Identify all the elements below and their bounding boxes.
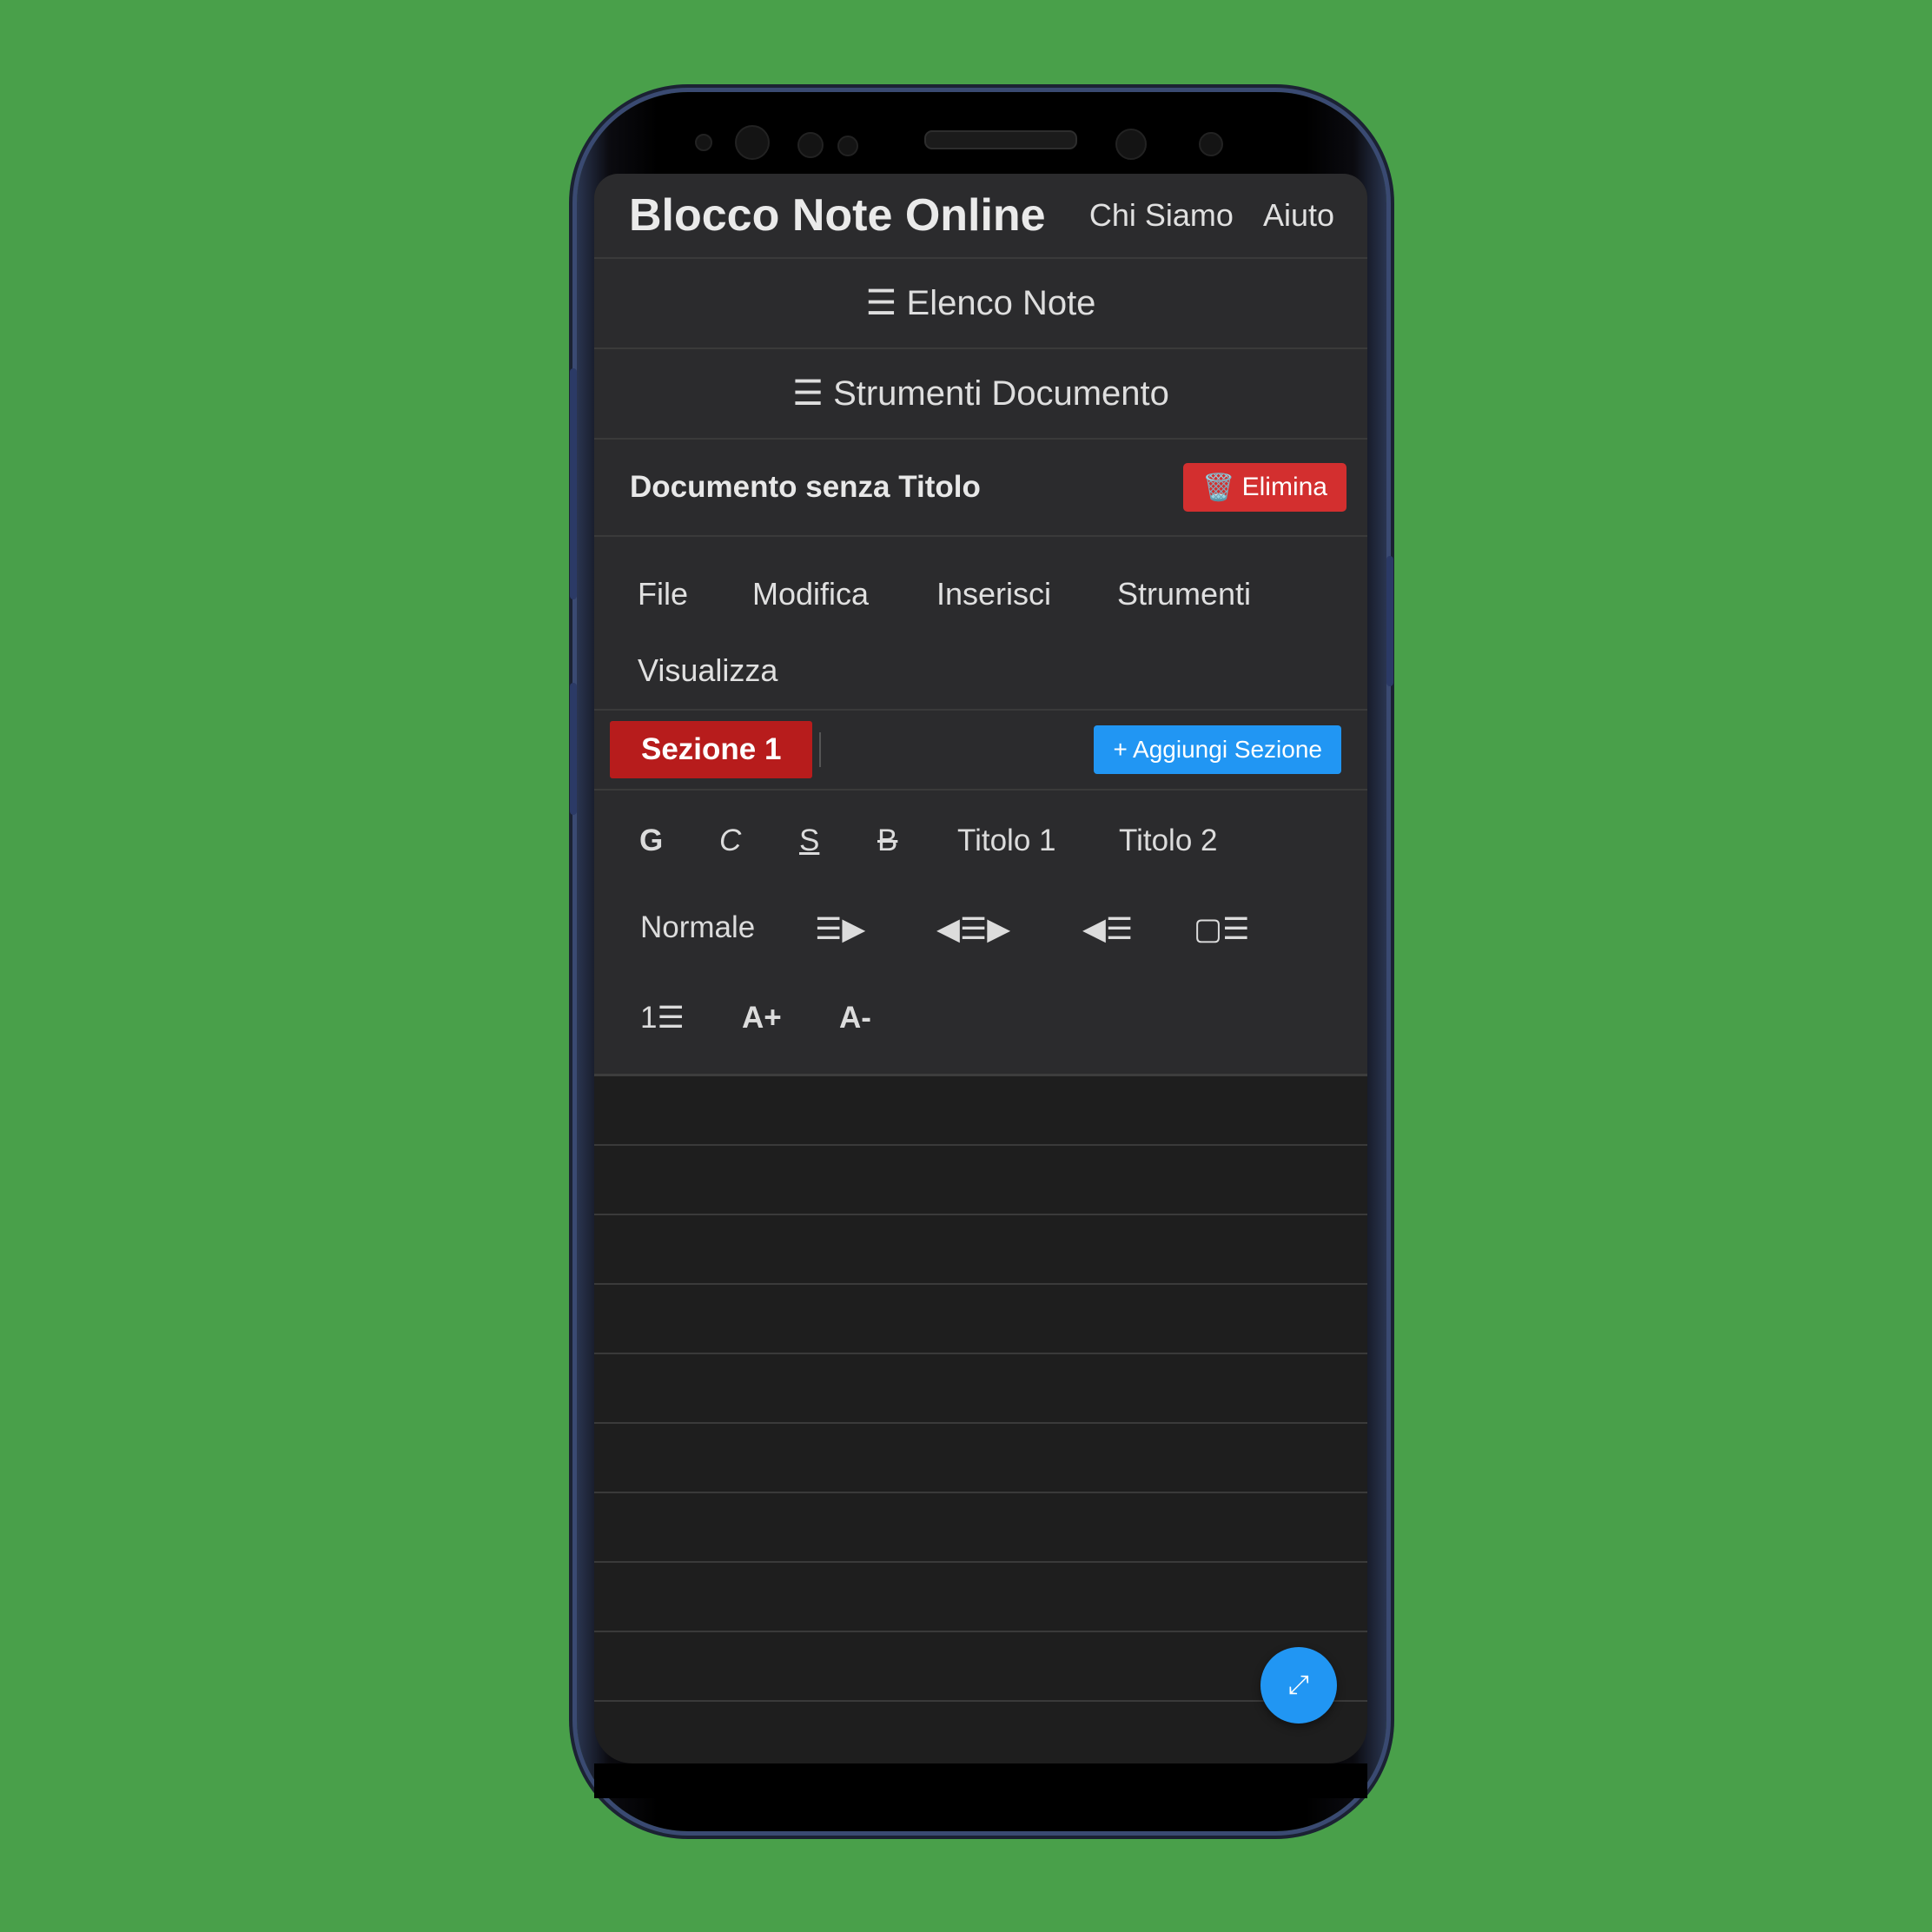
format-toolbar: G C S B Titolo 1 Titolo 2 Normale ☰▶ ◀☰▶… bbox=[594, 791, 1367, 1076]
bold-button[interactable]: G bbox=[639, 824, 663, 858]
app-screen: Blocco Note Online Chi Siamo Aiuto ☰ Ele… bbox=[594, 174, 1367, 1763]
app-brand[interactable]: Blocco Note Online bbox=[629, 189, 1046, 242]
menu-file[interactable]: File bbox=[638, 576, 752, 612]
section-divider bbox=[819, 732, 822, 767]
normal-text-button[interactable]: Normale bbox=[640, 910, 755, 945]
volume-button bbox=[570, 368, 577, 599]
sensor-dot bbox=[695, 134, 712, 151]
menu-bar: File Modifica Inserisci Strumenti Visual… bbox=[594, 537, 1367, 711]
notes-list-toggle[interactable]: ☰ Elenco Note bbox=[594, 259, 1367, 349]
phone-chin bbox=[594, 1763, 1367, 1798]
underline-button[interactable]: S bbox=[799, 824, 819, 858]
app-header: Blocco Note Online Chi Siamo Aiuto bbox=[594, 174, 1367, 259]
nav-link-chi-siamo[interactable]: Chi Siamo bbox=[1089, 197, 1234, 234]
front-camera bbox=[1115, 129, 1147, 160]
menu-inserisci[interactable]: Inserisci bbox=[936, 576, 1117, 612]
align-right-icon[interactable]: ◀☰ bbox=[1082, 912, 1133, 947]
document-tools-toggle[interactable]: ☰ Strumenti Documento bbox=[594, 349, 1367, 440]
menu-strumenti[interactable]: Strumenti bbox=[1117, 576, 1251, 612]
note-editor[interactable] bbox=[594, 1076, 1367, 1754]
numbered-list-icon[interactable]: 1☰ bbox=[640, 1001, 685, 1035]
align-center-icon[interactable]: ◀☰▶ bbox=[936, 912, 1010, 947]
sensor-dot bbox=[837, 136, 858, 156]
font-increase-button[interactable]: A+ bbox=[742, 1001, 782, 1035]
section-tab-1[interactable]: Sezione 1 bbox=[610, 721, 813, 778]
section-bar: Sezione 1 + Aggiungi Sezione bbox=[594, 711, 1367, 791]
add-section-button[interactable]: + Aggiungi Sezione bbox=[1094, 725, 1341, 774]
heading1-button[interactable]: Titolo 1 bbox=[957, 824, 1055, 858]
delete-button[interactable]: 🗑️ Elimina bbox=[1183, 463, 1346, 512]
trash-icon: 🗑️ bbox=[1202, 473, 1235, 502]
power-button bbox=[1386, 556, 1393, 686]
align-left-icon[interactable]: ☰▶ bbox=[815, 912, 865, 947]
font-decrease-button[interactable]: A- bbox=[839, 1001, 871, 1035]
nav-link-aiuto[interactable]: Aiuto bbox=[1263, 197, 1334, 234]
document-header: Documento senza Titolo 🗑️ Elimina bbox=[594, 440, 1367, 537]
menu-modifica[interactable]: Modifica bbox=[752, 576, 936, 612]
earpiece-speaker bbox=[924, 130, 1077, 149]
front-sensor bbox=[735, 125, 770, 160]
strikethrough-button[interactable]: B bbox=[877, 824, 897, 858]
italic-button[interactable]: C bbox=[719, 824, 741, 858]
document-title[interactable]: Documento senza Titolo bbox=[630, 470, 981, 505]
sensor-dot bbox=[797, 132, 824, 158]
menu-visualizza[interactable]: Visualizza bbox=[638, 652, 777, 689]
fullscreen-button[interactable]: ⤢ bbox=[1260, 1647, 1337, 1724]
top-nav: Chi Siamo Aiuto bbox=[1089, 197, 1334, 234]
delete-label: Elimina bbox=[1241, 473, 1327, 501]
sensor-dot bbox=[1199, 132, 1223, 156]
expand-icon: ⤢ bbox=[1288, 1671, 1309, 1699]
heading2-button[interactable]: Titolo 2 bbox=[1119, 824, 1217, 858]
bullet-list-icon[interactable]: ▢☰ bbox=[1194, 912, 1249, 947]
bixby-button bbox=[570, 683, 577, 815]
